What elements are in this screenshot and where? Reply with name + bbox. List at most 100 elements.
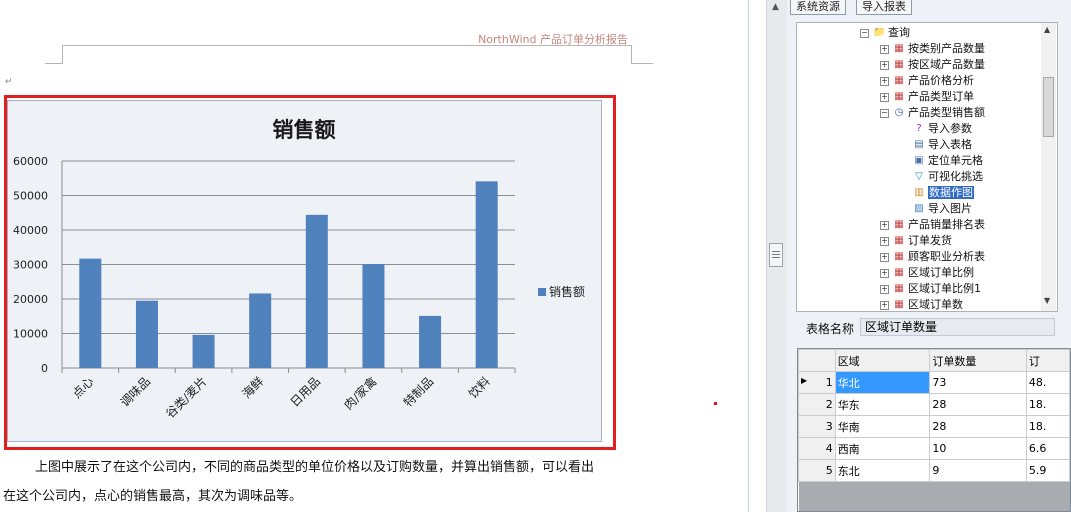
row-number: 4 bbox=[798, 437, 836, 460]
cell-extra[interactable]: 5.9 bbox=[1025, 459, 1070, 482]
tree-item[interactable]: − 📁 查询 bbox=[860, 25, 910, 41]
cell-region[interactable]: 华北 bbox=[834, 371, 931, 394]
bar-chart[interactable]: 销售额 0 10000 20000 30000 40000 50000 60000 点心 调味品谷… bbox=[7, 100, 602, 442]
expand-icon[interactable]: + bbox=[880, 252, 889, 262]
bar bbox=[362, 264, 385, 368]
document-page: NorthWind 产品订单分析报告 ↵ 销售额 0 10000 20000 30000… bbox=[0, 0, 749, 512]
tree-item[interactable]: + ▦ 按类别产品数量 bbox=[880, 41, 985, 57]
image-icon: ▨ bbox=[914, 203, 924, 214]
table-row[interactable]: 3 华南 28 18. bbox=[798, 415, 1070, 438]
cell-region[interactable]: 西南 bbox=[834, 437, 931, 460]
tree-scrollbar[interactable] bbox=[1041, 23, 1056, 311]
tree-item-label: 产品价格分析 bbox=[908, 74, 974, 87]
cell-orders-text: 9 bbox=[932, 464, 940, 477]
row-number-text: 5 bbox=[825, 464, 833, 477]
expand-icon[interactable]: + bbox=[880, 60, 889, 70]
tree-item-label: 顾客职业分析表 bbox=[908, 250, 985, 263]
grid-header-orders[interactable]: 订单数量 bbox=[929, 349, 1027, 372]
table-name-field[interactable]: 区域订单数量 bbox=[860, 318, 1055, 336]
expand-icon[interactable]: + bbox=[880, 268, 889, 278]
cell-region[interactable]: 华南 bbox=[834, 415, 931, 438]
cell-extra[interactable]: 18. bbox=[1025, 393, 1070, 416]
scroll-up-arrow-icon[interactable]: ▲ bbox=[772, 2, 779, 12]
scrollbar-thumb[interactable] bbox=[769, 243, 783, 267]
table-name-label: 表格名称 bbox=[806, 322, 855, 336]
filter-icon: ▽ bbox=[915, 171, 923, 182]
report-icon: ▦ bbox=[894, 75, 904, 86]
expand-icon[interactable]: + bbox=[880, 44, 889, 54]
tree-item[interactable]: ▣ 定位单元格 bbox=[900, 153, 983, 169]
tree-item-label: 区域订单比例1 bbox=[908, 282, 981, 295]
cell-orders[interactable]: 28 bbox=[929, 415, 1027, 438]
x-tick-label: 调味品 bbox=[118, 374, 153, 409]
tree-scroll-up-icon[interactable]: ▲ bbox=[1044, 25, 1050, 34]
tree-item[interactable]: + ▦ 区域订单比例1 bbox=[880, 281, 981, 297]
y-tick-label: 60000 bbox=[13, 155, 48, 168]
chart-icon: ▥ bbox=[914, 187, 924, 198]
tree-item[interactable]: ▽ 可视化挑选 bbox=[900, 169, 983, 185]
tree-item[interactable]: + ▦ 顾客职业分析表 bbox=[880, 249, 985, 265]
cell-extra-text: 18. bbox=[1028, 398, 1047, 411]
tree-item[interactable]: ▤ 导入表格 bbox=[900, 137, 972, 153]
cell-region[interactable]: 华东 bbox=[834, 393, 931, 416]
tree-item[interactable]: + ▦ 区域订单数 bbox=[880, 297, 963, 313]
expand-icon[interactable]: + bbox=[880, 300, 889, 310]
cell-region-text: 华东 bbox=[837, 398, 860, 412]
table-row[interactable]: ▶ 1 华北 73 48. bbox=[798, 371, 1070, 394]
paragraph-line-1: 上图中展示了在这个公司内，不同的商品类型的单位价格以及订购数量，并算出销售额，可… bbox=[35, 460, 595, 475]
cell-icon: ▣ bbox=[914, 155, 924, 166]
tree-scrollbar-thumb[interactable] bbox=[1043, 77, 1054, 137]
cell-extra[interactable]: 48. bbox=[1025, 371, 1070, 394]
cell-orders[interactable]: 10 bbox=[929, 437, 1027, 460]
tree-item[interactable]: + ▦ 产品销量排名表 bbox=[880, 217, 985, 233]
table-row[interactable]: 5 东北 9 5.9 bbox=[798, 459, 1070, 482]
expand-icon[interactable]: + bbox=[880, 220, 889, 230]
tree-item[interactable]: + ▦ 产品类型订单 bbox=[880, 89, 974, 105]
report-icon: ▦ bbox=[894, 299, 904, 310]
tab-system-resources[interactable]: 系统资源 bbox=[790, 0, 846, 15]
y-tick-label: 0 bbox=[41, 362, 48, 375]
tree-item[interactable]: ▨ 导入图片 bbox=[900, 201, 972, 217]
grid-header-extra[interactable]: 订 bbox=[1025, 349, 1070, 372]
expand-icon[interactable]: + bbox=[880, 76, 889, 86]
tree-item-label: 数据作图 bbox=[928, 186, 974, 199]
expand-icon[interactable]: + bbox=[880, 236, 889, 246]
tree-item[interactable]: ▥ 数据作图 bbox=[900, 185, 974, 201]
table-row[interactable]: 2 华东 28 18. bbox=[798, 393, 1070, 416]
y-tick-label: 50000 bbox=[13, 190, 48, 203]
collapse-icon[interactable]: − bbox=[880, 108, 889, 118]
clock-icon: ◷ bbox=[894, 107, 904, 118]
tree-item[interactable]: − ◷ 产品类型销售额 bbox=[880, 105, 985, 121]
tree-item[interactable]: + ▦ 订单发货 bbox=[880, 233, 952, 249]
cell-extra[interactable]: 6.6 bbox=[1025, 437, 1070, 460]
grid-corner bbox=[798, 349, 836, 372]
tree-item-label: 定位单元格 bbox=[928, 154, 983, 167]
row-number: 3 bbox=[798, 415, 836, 438]
legend-swatch bbox=[538, 288, 546, 296]
bar bbox=[305, 214, 328, 368]
grid-header-region[interactable]: 区域 bbox=[834, 349, 931, 372]
tree-item[interactable]: + ▦ 区域订单比例 bbox=[880, 265, 974, 281]
x-tick-label: 肉/家禽 bbox=[341, 374, 380, 413]
tree-item-label: 订单发货 bbox=[908, 234, 952, 247]
y-tick-label: 30000 bbox=[13, 259, 48, 272]
tree-item-label: 区域订单数 bbox=[908, 298, 963, 311]
collapse-icon[interactable]: − bbox=[860, 28, 869, 38]
cell-region[interactable]: 东北 bbox=[834, 459, 931, 482]
cell-orders[interactable]: 9 bbox=[929, 459, 1027, 482]
cell-orders[interactable]: 28 bbox=[929, 393, 1027, 416]
tree-item-label: 区域订单比例 bbox=[908, 266, 974, 279]
table-row[interactable]: 4 西南 10 6.6 bbox=[798, 437, 1070, 460]
tree-item[interactable]: + ▦ 按区域产品数量 bbox=[880, 57, 985, 73]
cell-region-text: 西南 bbox=[837, 442, 860, 456]
cell-orders[interactable]: 73 bbox=[929, 371, 1027, 394]
expand-icon[interactable]: + bbox=[880, 92, 889, 102]
tree-item[interactable]: + ▦ 产品价格分析 bbox=[880, 73, 974, 89]
tree-scroll-down-icon[interactable]: ▼ bbox=[1044, 296, 1050, 305]
cell-extra[interactable]: 18. bbox=[1025, 415, 1070, 438]
paragraph-line-2: 在这个公司内，点心的销售最高，其次为调味品等。 bbox=[3, 489, 303, 504]
tree-item[interactable]: ? 导入参数 bbox=[900, 121, 972, 137]
tab-import-report[interactable]: 导入报表 bbox=[856, 0, 912, 15]
expand-icon[interactable]: + bbox=[880, 284, 889, 294]
tree-item-label: 可视化挑选 bbox=[928, 170, 983, 183]
